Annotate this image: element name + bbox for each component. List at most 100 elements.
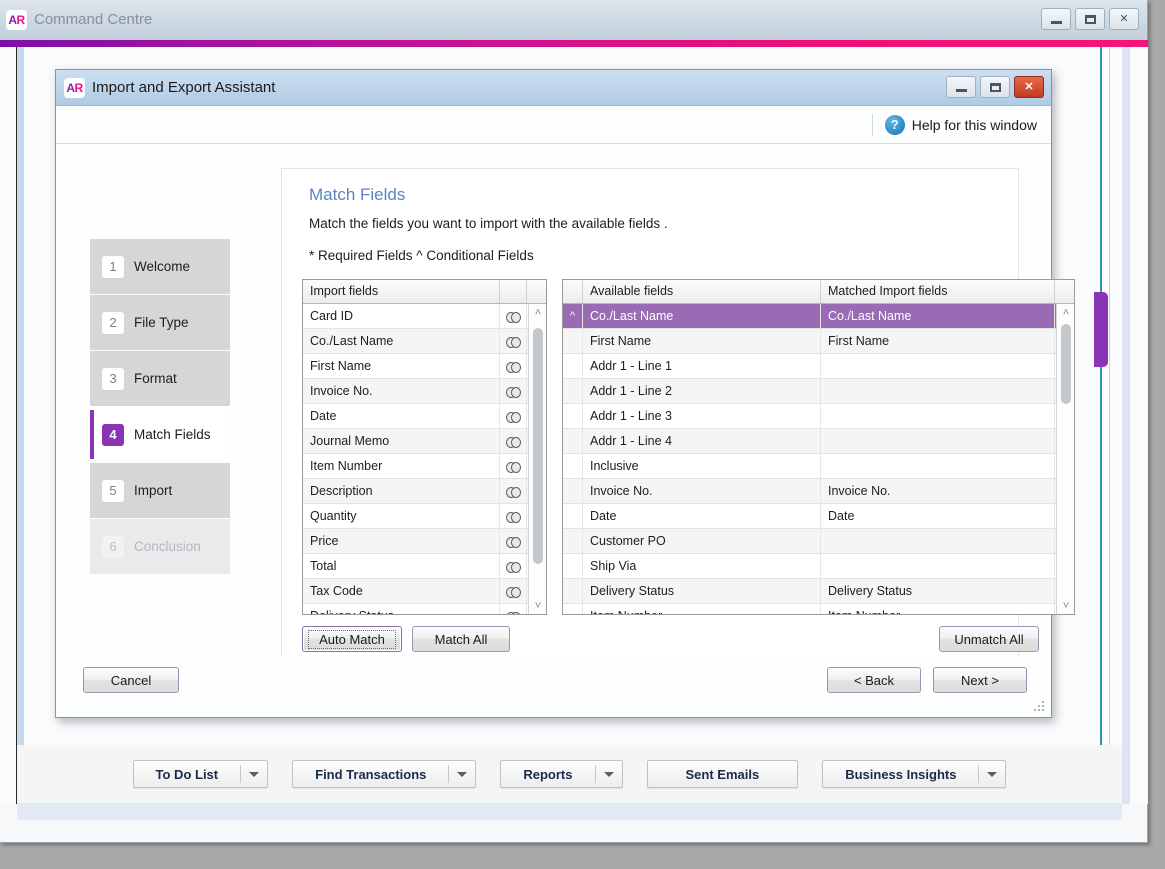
link-icon[interactable] bbox=[500, 554, 527, 578]
table-row[interactable]: Description bbox=[303, 479, 546, 504]
import-fields-listbox[interactable]: Import fields Card ID Co./Last Name First … bbox=[302, 279, 547, 615]
table-row[interactable]: Date bbox=[303, 404, 546, 429]
import-field-name: Card ID bbox=[303, 304, 500, 328]
scroll-up-icon[interactable]: ˄ bbox=[529, 304, 546, 321]
scroll-up-icon[interactable]: ˄ bbox=[1057, 304, 1074, 321]
command-button-sent-emails[interactable]: Sent Emails bbox=[646, 760, 799, 788]
resize-grip[interactable] bbox=[1034, 701, 1046, 713]
chevron-down-icon[interactable] bbox=[449, 771, 475, 777]
table-row[interactable]: Customer PO bbox=[563, 529, 1074, 554]
background-side-tab[interactable] bbox=[1094, 292, 1108, 367]
table-row[interactable]: Price bbox=[303, 529, 546, 554]
link-icon[interactable] bbox=[500, 579, 527, 603]
table-row[interactable]: First Name bbox=[303, 354, 546, 379]
sidebar-item-file-type[interactable]: 2 File Type bbox=[90, 295, 230, 350]
conditional-field-marker bbox=[563, 429, 583, 453]
table-row[interactable]: Quantity bbox=[303, 504, 546, 529]
available-field-name: Ship Via bbox=[583, 554, 821, 578]
link-icon[interactable] bbox=[500, 379, 527, 403]
available-field-name: Invoice No. bbox=[583, 479, 821, 503]
table-row[interactable]: Addr 1 - Line 2 bbox=[563, 379, 1074, 404]
app-close-button[interactable]: ✕ bbox=[1109, 8, 1139, 30]
column-header-import-fields: Import fields bbox=[303, 280, 500, 303]
table-row[interactable]: Ship Via bbox=[563, 554, 1074, 579]
table-row[interactable]: Item NumberItem Number bbox=[563, 604, 1074, 614]
step-number: 3 bbox=[102, 367, 124, 390]
app-minimize-button[interactable] bbox=[1041, 8, 1071, 30]
table-row[interactable]: Invoice No. Invoice No. bbox=[563, 479, 1074, 504]
table-row[interactable]: Total bbox=[303, 554, 546, 579]
background-right-rail bbox=[1122, 47, 1130, 804]
link-icon[interactable] bbox=[500, 604, 527, 614]
link-icon[interactable] bbox=[500, 479, 527, 503]
table-row[interactable]: Addr 1 - Line 4 bbox=[563, 429, 1074, 454]
import-field-name: Journal Memo bbox=[303, 429, 500, 453]
dialog-minimize-button[interactable] bbox=[946, 76, 976, 98]
link-icon[interactable] bbox=[500, 354, 527, 378]
next-button[interactable]: Next > bbox=[933, 667, 1027, 693]
scroll-down-icon[interactable]: ˅ bbox=[1057, 597, 1074, 614]
question-mark-icon[interactable]: ? bbox=[884, 114, 905, 135]
command-button-to-do-list[interactable]: To Do List bbox=[132, 760, 269, 788]
table-row[interactable]: Delivery Status bbox=[303, 604, 546, 614]
link-icon[interactable] bbox=[500, 329, 527, 353]
scrollbar-thumb[interactable] bbox=[533, 328, 543, 564]
matched-import-field-name: Co./Last Name bbox=[821, 304, 1055, 328]
background-right-hairline bbox=[1109, 47, 1110, 804]
link-icon[interactable] bbox=[500, 304, 527, 328]
table-row[interactable]: Addr 1 - Line 3 bbox=[563, 404, 1074, 429]
link-icon[interactable] bbox=[500, 429, 527, 453]
conditional-field-marker bbox=[563, 354, 583, 378]
command-button-find-transactions[interactable]: Find Transactions bbox=[292, 760, 477, 788]
back-button[interactable]: < Back bbox=[827, 667, 921, 693]
command-button-business-insights[interactable]: Business Insights bbox=[822, 760, 1007, 788]
table-row[interactable]: Addr 1 - Line 1 bbox=[563, 354, 1074, 379]
command-button-label: To Do List bbox=[155, 766, 219, 782]
page-title: Match Fields bbox=[309, 185, 406, 204]
link-icon[interactable] bbox=[500, 454, 527, 478]
step-label: File Type bbox=[134, 315, 189, 330]
table-row[interactable]: Co./Last Name bbox=[303, 329, 546, 354]
scrollbar-thumb[interactable] bbox=[1061, 324, 1071, 404]
link-icon[interactable] bbox=[500, 404, 527, 428]
command-button-reports[interactable]: Reports bbox=[500, 760, 623, 788]
matched-import-field-name bbox=[821, 404, 1055, 428]
table-row[interactable]: Tax Code bbox=[303, 579, 546, 604]
table-row[interactable]: Inclusive bbox=[563, 454, 1074, 479]
column-header-available-fields: Available fields bbox=[583, 280, 821, 303]
available-field-name: Delivery Status bbox=[583, 579, 821, 603]
command-centre-window: AR Command Centre ✕ To Do List Find Tran… bbox=[0, 0, 1148, 843]
column-header-marker bbox=[563, 280, 583, 303]
available-fields-scrollbar[interactable]: ˄ ˅ bbox=[1056, 304, 1074, 614]
sidebar-item-format[interactable]: 3 Format bbox=[90, 351, 230, 406]
table-row[interactable]: Invoice No. bbox=[303, 379, 546, 404]
table-row[interactable]: ^ Co./Last Name Co./Last Name bbox=[563, 304, 1074, 329]
chevron-down-icon[interactable] bbox=[979, 771, 1005, 777]
auto-match-button[interactable]: Auto Match bbox=[302, 626, 402, 652]
sidebar-item-conclusion: 6 Conclusion bbox=[90, 519, 230, 574]
app-maximize-button[interactable] bbox=[1075, 8, 1105, 30]
dialog-close-button[interactable]: ✕ bbox=[1014, 76, 1044, 98]
table-row[interactable]: Card ID bbox=[303, 304, 546, 329]
scroll-down-icon[interactable]: ˅ bbox=[529, 597, 546, 614]
help-for-this-window-link[interactable]: Help for this window bbox=[912, 117, 1037, 133]
table-row[interactable]: Item Number bbox=[303, 454, 546, 479]
table-row[interactable]: Delivery Status Delivery Status bbox=[563, 579, 1074, 604]
unmatch-all-button[interactable]: Unmatch All bbox=[939, 626, 1039, 652]
chevron-down-icon[interactable] bbox=[241, 771, 267, 777]
table-row[interactable]: Date Date bbox=[563, 504, 1074, 529]
sidebar-item-welcome[interactable]: 1 Welcome bbox=[90, 239, 230, 294]
import-fields-scrollbar[interactable]: ˄ ˅ bbox=[528, 304, 546, 614]
available-fields-listbox[interactable]: Available fields Matched Import fields ^… bbox=[562, 279, 1075, 615]
cancel-button[interactable]: Cancel bbox=[83, 667, 179, 693]
sidebar-item-match-fields[interactable]: 4 Match Fields bbox=[90, 407, 230, 462]
conditional-field-marker bbox=[563, 579, 583, 603]
link-icon[interactable] bbox=[500, 504, 527, 528]
chevron-down-icon[interactable] bbox=[596, 771, 622, 777]
table-row[interactable]: Journal Memo bbox=[303, 429, 546, 454]
link-icon[interactable] bbox=[500, 529, 527, 553]
table-row[interactable]: First Name First Name bbox=[563, 329, 1074, 354]
sidebar-item-import[interactable]: 5 Import bbox=[90, 463, 230, 518]
match-all-button[interactable]: Match All bbox=[412, 626, 510, 652]
dialog-maximize-button[interactable] bbox=[980, 76, 1010, 98]
